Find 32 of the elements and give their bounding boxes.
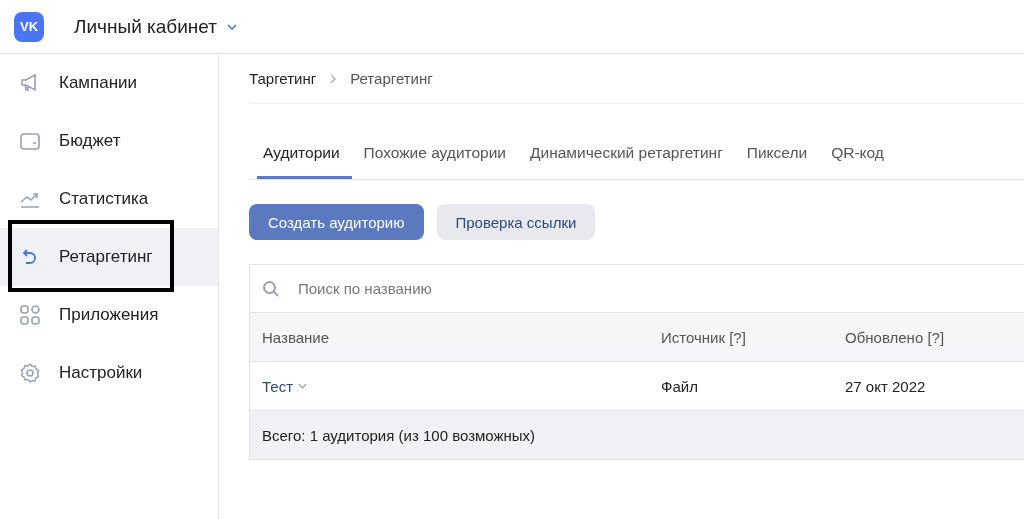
settings-icon [19, 362, 41, 384]
breadcrumb-link[interactable]: Таргетинг [249, 70, 317, 87]
tab[interactable]: Динамический ретаргетинг [518, 129, 735, 179]
account-menu[interactable]: Личный кабинет [74, 15, 237, 38]
sidebar-item[interactable]: Бюджет [0, 112, 218, 170]
sidebar-item[interactable]: Статистика [0, 170, 218, 228]
chevron-icon [298, 383, 308, 389]
column-header: Источник [?] [661, 328, 747, 346]
sidebar-item[interactable]: Приложения [0, 286, 218, 344]
table-cell-text: Файл [661, 377, 699, 395]
tab[interactable]: QR-код [819, 129, 896, 179]
sidebar-item[interactable]: Ретаргетинг [0, 228, 218, 286]
sidebar-item[interactable]: Кампании [0, 54, 218, 112]
apps-icon [19, 304, 41, 326]
tab[interactable]: Пиксели [734, 129, 820, 179]
search-field[interactable]: Поиск по названию [296, 279, 1024, 298]
table-cell: 27 окт 2022 [845, 377, 926, 395]
audience-link[interactable]: Тест [262, 377, 661, 395]
column-header: Название [262, 328, 331, 346]
create-button[interactable]: Создать аудиторию [249, 204, 424, 240]
chevron-right-icon [330, 73, 337, 84]
check-link-button[interactable]: Проверка ссылки [436, 204, 596, 240]
wallet-icon [19, 130, 41, 152]
breadcrumb-link[interactable]: Ретаргетинг [350, 70, 433, 87]
total-count: Всего: 1 аудитория (из 100 возможных) [262, 426, 536, 444]
chevron-icon [226, 23, 237, 30]
search-icon [262, 279, 280, 298]
tab[interactable]: Аудитории [257, 129, 352, 179]
sidebar-item[interactable]: Настройки [0, 344, 218, 402]
tab[interactable]: Похожие аудитории [351, 129, 519, 179]
column-header: Обновлено [?] [845, 328, 945, 346]
logo: VK [14, 11, 44, 42]
